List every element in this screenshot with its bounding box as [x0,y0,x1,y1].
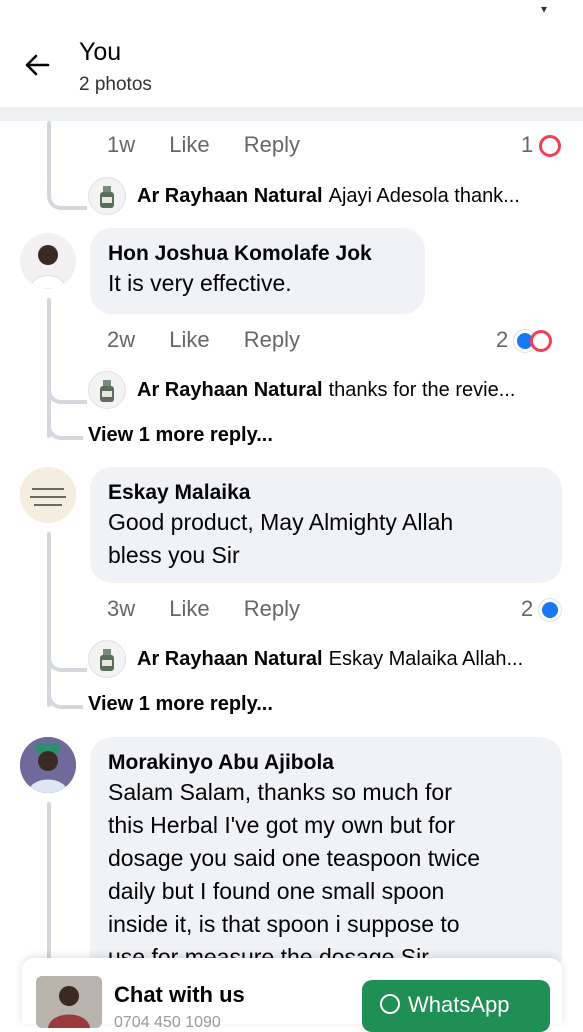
calligraphy-logo-icon [20,467,76,523]
like-button[interactable]: Like [169,132,209,157]
chat-phone: 0704 450 1090 [114,1014,221,1031]
reaction-count[interactable]: 2 [496,327,553,353]
app-header: ▾ You 2 photos [0,0,583,107]
reply-preview[interactable]: Ar Rayhaan Natural Eskay Malaika Allah... [137,648,523,671]
page-avatar[interactable] [88,177,126,215]
reply-text: thanks for the revie... [328,379,516,401]
reply-author: Ar Rayhaan Natural [137,379,323,401]
comment-bubble: Eskay Malaika Good product, May Almighty… [90,467,562,583]
whatsapp-label: WhatsApp [408,992,510,1017]
comment-time: 2w [107,327,136,352]
whatsapp-button[interactable]: WhatsApp [362,980,550,1032]
header-separator [0,107,583,121]
avatar[interactable] [20,737,76,793]
bottle-logo-icon [100,186,114,208]
header-title: You [79,38,122,66]
love-reaction-icon [539,135,562,158]
thread-branch [47,410,83,440]
like-button[interactable]: Like [169,327,209,352]
status-mark: ▾ [541,2,548,16]
comment-time: 3w [107,596,136,621]
bottle-logo-icon [100,380,114,402]
comment-text-line: daily but I found one small spoon [108,878,445,904]
user-photo-icon [36,976,102,1028]
header-subtitle: 2 photos [79,74,152,95]
comment-bubble: Morakinyo Abu Ajibola Salam Salam, thank… [90,737,562,977]
page-avatar[interactable] [88,371,126,409]
view-more-replies[interactable]: View 1 more reply... [88,424,273,447]
thread-line [47,802,51,962]
whatsapp-icon [380,994,400,1014]
back-arrow-icon[interactable] [22,50,52,80]
chat-avatar [36,976,102,1028]
bottle-logo-icon [100,649,114,671]
chat-title: Chat with us [114,982,245,1007]
reply-text: Ajayi Adesola thank... [328,185,520,207]
avatar[interactable] [20,233,76,289]
comment-author[interactable]: Hon Joshua Komolafe Jok [108,240,407,267]
comment-text: Good product, May Almighty Allah [108,509,454,535]
reply-button[interactable]: Reply [244,596,300,621]
comment-author[interactable]: Eskay Malaika [108,479,544,506]
reply-preview[interactable]: Ar Rayhaan Natural thanks for the revie..… [137,379,515,402]
page-avatar[interactable] [88,640,126,678]
thread-branch [47,642,87,672]
comment-text-line: dosage you said one teaspoon twice [108,845,481,871]
comment-time: 1w [107,132,136,157]
reaction-count[interactable]: 2 [521,596,562,622]
reply-button[interactable]: Reply [244,327,300,352]
comment-text: It is very effective. [108,270,292,296]
comment-text-line: inside it, is that spoon i suppose to [108,911,460,937]
like-button[interactable]: Like [169,596,209,621]
comment-author[interactable]: Morakinyo Abu Ajibola [108,749,544,776]
thread-branch [47,374,87,404]
thread-line [47,121,51,181]
comment-text-line: Salam Salam, thanks so much for [108,779,452,805]
comment-text-line: this Herbal I've got my own but for [108,812,455,838]
avatar[interactable] [20,467,76,523]
comment-text: bless you Sir [108,542,240,568]
reaction-count[interactable]: 1 [521,132,562,158]
comment-meta: 2w Like Reply [107,327,328,353]
comment-bubble: Hon Joshua Komolafe Jok It is very effec… [90,228,425,314]
love-reaction-icon [530,330,553,353]
view-more-replies[interactable]: View 1 more reply... [88,693,273,716]
comment-meta: 3w Like Reply [107,596,328,622]
reply-text: Eskay Malaika Allah... [328,648,524,670]
user-photo-icon [20,737,76,793]
comment-meta: 1w Like Reply [107,132,328,158]
user-photo-icon [20,233,76,289]
like-reaction-icon [539,599,562,622]
chat-widget[interactable]: Chat with us 0704 450 1090 WhatsApp [22,958,562,1032]
thread-branch [47,180,87,210]
thread-branch [47,679,83,709]
reply-button[interactable]: Reply [244,132,300,157]
reply-preview[interactable]: Ar Rayhaan Natural Ajayi Adesola thank... [137,185,520,208]
reply-author: Ar Rayhaan Natural [137,185,323,207]
reply-author: Ar Rayhaan Natural [137,648,323,670]
